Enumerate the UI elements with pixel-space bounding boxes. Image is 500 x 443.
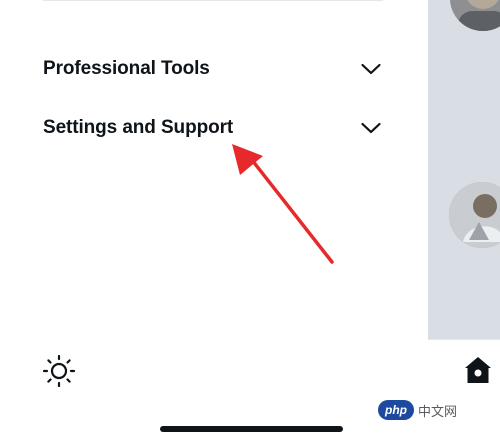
chevron-down-icon[interactable]	[359, 116, 383, 140]
screen: Professional Tools Settings and Support	[0, 0, 500, 443]
chevron-down-icon[interactable]	[359, 57, 383, 81]
menu-item-settings-and-support[interactable]: Settings and Support	[43, 113, 383, 143]
watermark-logo: php	[378, 400, 414, 420]
divider	[43, 0, 383, 1]
sun-icon[interactable]	[42, 354, 76, 388]
menu-item-label: Professional Tools	[43, 58, 210, 79]
watermark-text: 中文网	[418, 403, 458, 419]
menu-item-professional-tools[interactable]: Professional Tools	[43, 54, 383, 84]
menu-item-label: Settings and Support	[43, 117, 234, 138]
home-icon[interactable]	[462, 354, 494, 386]
watermark: php 中文网	[378, 398, 494, 422]
navigation-drawer: Professional Tools Settings and Support	[0, 0, 428, 443]
home-indicator	[160, 426, 343, 432]
